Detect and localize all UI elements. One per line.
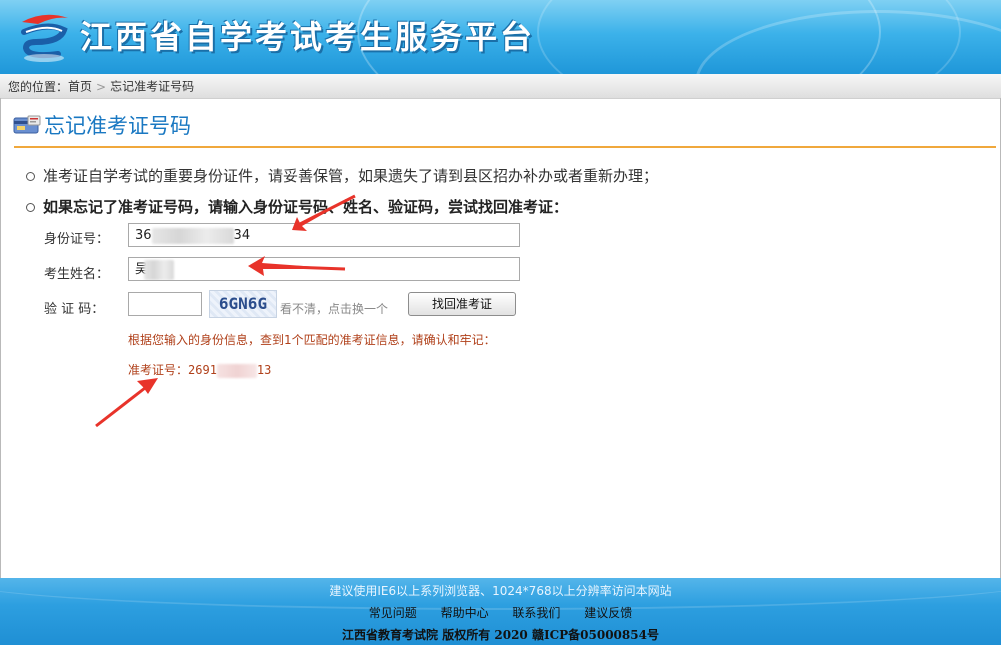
admission-number-label: 准考证号： <box>128 363 189 377</box>
bullet-icon <box>26 172 35 181</box>
breadcrumb-home-link[interactable]: 首页 <box>68 80 92 94</box>
card-icon <box>13 115 41 134</box>
instruction-text: 如果忘记了准考证号码，请输入身份证号码、姓名、验证码，尝试找回准考证： <box>43 198 569 216</box>
breadcrumb-separator: > <box>96 79 107 94</box>
browser-tip: 建议使用IE6以上系列浏览器、1024*768以上分辨率访问本网站 <box>329 584 672 598</box>
find-admission-ticket-button[interactable]: 找回准考证 <box>408 292 516 316</box>
page: 江西省自学考试考生服务平台 您的位置：首页 > 忘记准考证号码 忘记准考证号码 准考… <box>0 0 1001 645</box>
breadcrumb-prefix: 您的位置： <box>8 79 69 94</box>
captcha-image[interactable]: 6GN6G <box>209 290 277 318</box>
result-message: 根据您输入的身份信息，查到1个匹配的准考证信息，请确认和牢记： <box>128 333 496 347</box>
captcha-input[interactable] <box>128 292 202 316</box>
footer-link-feedback[interactable]: 建议反馈 <box>584 606 632 620</box>
breadcrumb: 您的位置：首页 > 忘记准考证号码 <box>0 74 1001 99</box>
bullet-icon <box>26 203 35 212</box>
breadcrumb-current: 忘记准考证号码 <box>110 79 195 94</box>
site-footer: 建议使用IE6以上系列浏览器、1024*768以上分辨率访问本网站 常见问题 帮… <box>0 578 1001 645</box>
captcha-refresh-link[interactable]: 看不清，点击换一个 <box>280 300 388 317</box>
name-label: 考生姓名： <box>44 267 110 282</box>
notice-text: 准考证自学考试的重要身份证件，请妥善保管，如果遗失了请到县区招办补办或者重新办理… <box>43 167 659 185</box>
site-title: 江西省自学考试考生服务平台 <box>80 18 536 56</box>
footer-links: 常见问题 帮助中心 联系我们 建议反馈 <box>0 604 1001 621</box>
footer-link-help[interactable]: 帮助中心 <box>441 606 489 620</box>
redacted-name <box>144 259 175 280</box>
id-number-label: 身份证号： <box>44 232 110 247</box>
id-number-input[interactable]: 36 34 <box>128 223 520 247</box>
content-border <box>0 98 1 578</box>
redacted-id-digits <box>151 227 234 244</box>
instruction-line: 如果忘记了准考证号码，请输入身份证号码、姓名、验证码，尝试找回准考证： <box>26 196 568 217</box>
footer-link-faq[interactable]: 常见问题 <box>369 606 417 620</box>
admission-number-end: 13 <box>256 363 272 377</box>
site-header: 江西省自学考试考生服务平台 <box>0 0 1001 74</box>
id-number-suffix: 34 <box>233 228 251 243</box>
admission-number-start: 2691 <box>188 363 217 377</box>
admission-number-result: 准考证号：2691 13 <box>128 361 271 378</box>
footer-link-contact[interactable]: 联系我们 <box>512 606 560 620</box>
page-title: 忘记准考证号码 <box>44 114 191 138</box>
id-number-prefix: 36 <box>135 228 152 243</box>
redacted-admission-digits <box>216 363 257 378</box>
captcha-label: 验 证 码： <box>44 302 105 317</box>
title-divider <box>14 146 996 148</box>
swirl-logo-icon[interactable] <box>14 8 72 66</box>
arrow-to-result <box>95 378 158 428</box>
notice-line: 准考证自学考试的重要身份证件，请妥善保管，如果遗失了请到县区招办补办或者重新办理… <box>26 165 658 186</box>
name-input[interactable]: 吴 <box>128 257 520 281</box>
footer-copyright: 江西省教育考试院 版权所有 2020 赣ICP备05000854号 <box>342 628 659 642</box>
